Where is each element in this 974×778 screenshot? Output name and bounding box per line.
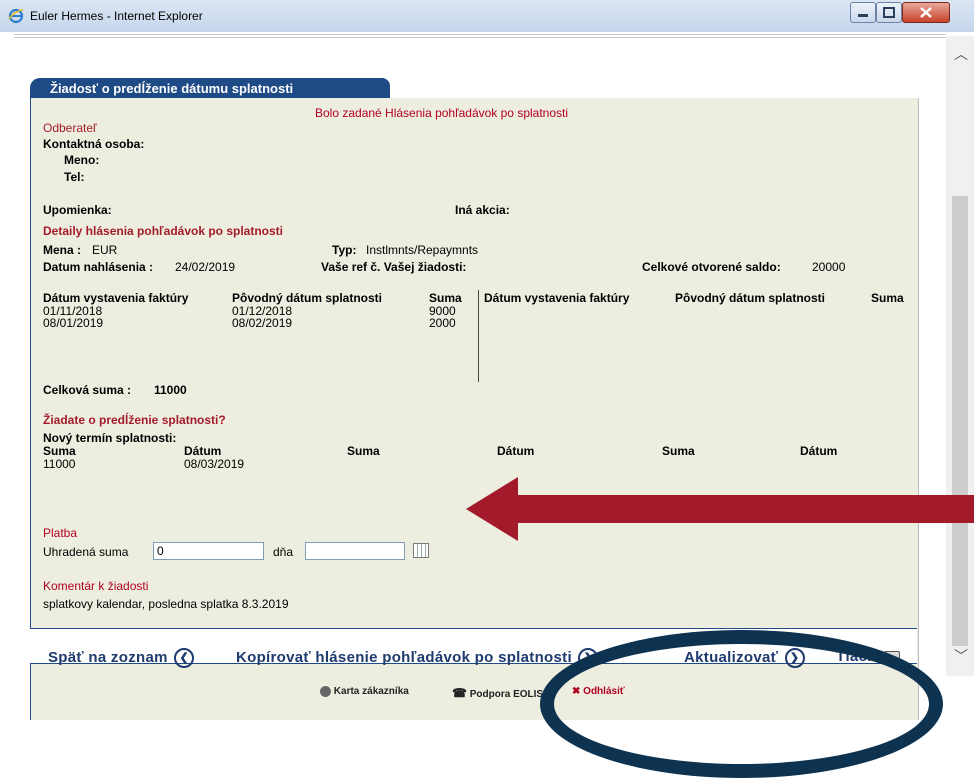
payment-date-label: dňa	[273, 545, 294, 559]
payment-heading: Platba	[43, 526, 78, 540]
invoice-header-due: Pôvodný dátum splatnosti	[232, 291, 383, 305]
extension-date-value: 08/03/2019	[184, 457, 245, 471]
extension-header-date-1: Dátum	[184, 444, 222, 458]
name-label: Meno:	[64, 153, 100, 167]
currency-label: Mena :	[43, 243, 82, 257]
type-label: Typ:	[332, 243, 357, 257]
invoice-header-issued: Dátum vystavenia faktúry	[43, 291, 189, 305]
window-title: Euler Hermes - Internet Explorer	[30, 9, 203, 23]
top-divider	[14, 34, 946, 38]
invoice-header-amount: Suma	[429, 291, 462, 305]
copy-report-label: Kopírovať hlásenie pohľadávok po splatno…	[236, 648, 572, 666]
minimize-button[interactable]	[850, 2, 876, 23]
tab-extension-request[interactable]: Žiadosť o predĺženie dátumu splatnosti	[30, 78, 390, 99]
internet-explorer-icon	[8, 8, 24, 24]
scroll-up-icon[interactable]: ︿	[954, 44, 968, 64]
balance-label: Celkové otvorené saldo:	[642, 260, 781, 274]
annotation-arrow-icon	[466, 477, 974, 541]
extension-header-amount-1: Suma	[43, 444, 76, 458]
type-value: Instlmnts/Repaymnts	[366, 243, 479, 257]
extension-header-amount-2: Suma	[347, 444, 380, 458]
invoice-header-issued-2: Dátum vystavenia faktúry	[484, 291, 630, 305]
support-link[interactable]: ☎ Podpora EOLIS	[452, 686, 543, 700]
copy-report-link[interactable]: Kopírovať hlásenie pohľadávok po splatno…	[236, 648, 599, 668]
scroll-down-icon[interactable]: ﹀	[954, 646, 968, 666]
comment-text: splatkovy kalendar, posledna splatka 8.3…	[43, 597, 289, 611]
report-date-value: 24/02/2019	[175, 260, 236, 274]
invoice-header-amount-2: Suma	[871, 291, 904, 305]
customer-card-link[interactable]: Karta zákazníka	[320, 686, 409, 697]
extension-question: Žiadate o predĺženie splatnosti?	[43, 413, 226, 427]
reference-label: Vaše ref č. Vašej žiadosti:	[321, 260, 467, 274]
customer-heading: Odberateľ	[43, 121, 97, 135]
report-date-label: Datum nahlásenia :	[43, 260, 154, 274]
invoice-row-2-due: 08/02/2019	[232, 316, 293, 330]
close-icon	[920, 7, 932, 18]
annotation-oval	[540, 630, 943, 778]
extension-header-amount-3: Suma	[662, 444, 695, 458]
details-heading: Detaily hlásenia pohľadávok po splatnost…	[43, 224, 284, 238]
invoice-header-due-2: Pôvodný dátum splatnosti	[675, 291, 826, 305]
scroll-thumb[interactable]	[952, 196, 968, 646]
notice-text: Bolo zadané Hlásenia pohľadávok po splat…	[315, 106, 569, 120]
back-to-list-label: Späť na zoznam	[48, 648, 168, 666]
invoice-row-2-amount: 2000	[429, 316, 456, 330]
extension-header-date-2: Dátum	[497, 444, 535, 458]
request-panel	[30, 98, 919, 720]
paid-amount-label: Uhradená suma	[43, 545, 129, 559]
total-value: 11000	[154, 383, 187, 397]
close-button[interactable]	[902, 2, 950, 23]
payment-date-input[interactable]	[305, 542, 405, 560]
maximize-button[interactable]	[876, 2, 902, 23]
balance-value: 20000	[812, 260, 846, 274]
other-action-label: Iná akcia:	[455, 203, 510, 217]
customer-card-label: Karta zákazníka	[333, 686, 409, 698]
extension-amount-value: 11000	[43, 457, 76, 471]
user-card-icon	[320, 686, 331, 697]
minimize-icon	[858, 14, 868, 17]
currency-value: EUR	[92, 243, 118, 257]
vertical-scrollbar[interactable]: ︿ ﹀	[946, 36, 974, 676]
invoice-row-2-issued: 08/01/2019	[43, 316, 104, 330]
comment-heading: Komentár k žiadosti	[43, 579, 149, 593]
reminder-label: Upomienka:	[43, 203, 112, 217]
back-to-list-link[interactable]: Späť na zoznam ❮	[48, 648, 195, 668]
chevron-left-icon: ❮	[174, 648, 195, 668]
table-divider	[478, 290, 479, 382]
new-term-label: Nový termín splatnosti:	[43, 431, 177, 445]
total-label: Celková suma :	[43, 383, 132, 397]
headset-icon: ☎	[452, 686, 467, 700]
maximize-icon	[883, 7, 895, 18]
paid-amount-input[interactable]	[153, 542, 264, 560]
calendar-icon[interactable]	[413, 543, 429, 558]
phone-label: Tel:	[64, 170, 85, 184]
tab-label: Žiadosť o predĺženie dátumu splatnosti	[50, 81, 294, 96]
support-label: Podpora EOLIS	[469, 689, 544, 700]
extension-header-date-3: Dátum	[800, 444, 838, 458]
contact-label: Kontaktná osoba:	[43, 137, 145, 151]
window-titlebar: Euler Hermes - Internet Explorer	[0, 0, 974, 33]
